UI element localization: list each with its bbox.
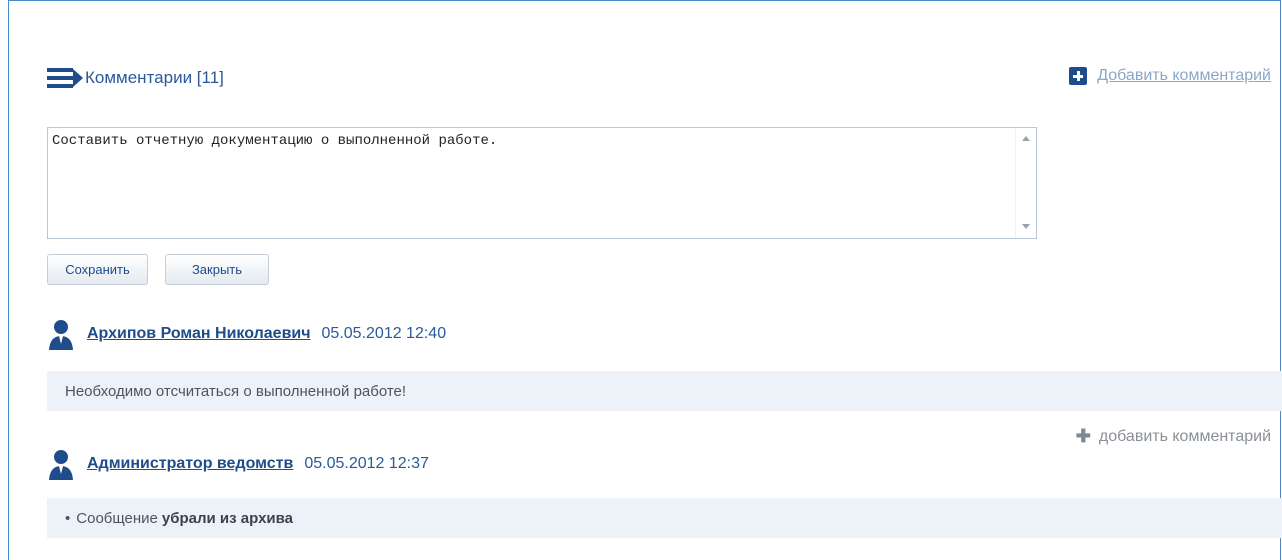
comments-title: Комментарии [11] [85,68,224,87]
add-square-icon [1069,67,1088,85]
comments-header: Комментарии [11] [47,65,224,91]
reply-comment-label[interactable]: добавить комментарий [1099,428,1271,446]
reply-comment-link[interactable]: ✚ добавить комментарий [1076,426,1271,447]
comment-text: Необходимо отсчитаться о выполненной раб… [47,371,1282,411]
plus-icon: ✚ [1075,426,1091,446]
comment-author[interactable]: Администратор ведомств [87,455,293,473]
comment-editor: Составить отчетную документацию о выполн… [47,127,1037,239]
save-button[interactable]: Сохранить [47,254,148,285]
bullet-icon: • [65,509,71,527]
comment-text-content: Необходимо отсчитаться о выполненной раб… [65,382,407,400]
close-button[interactable]: Закрыть [165,254,269,285]
add-comment-link[interactable]: Добавить комментарий [1069,67,1271,85]
add-comment-label[interactable]: Добавить комментарий [1097,67,1271,85]
user-avatar-icon [49,450,73,480]
comment-header: Архипов Роман Николаевич 05.05.2012 12:4… [47,318,446,350]
user-avatar-icon [49,320,73,350]
editor-scrollbar[interactable] [1015,128,1036,238]
comment-text-prefix: Сообщение [76,509,158,527]
scroll-down-arrow-icon[interactable] [1022,224,1030,229]
comment-date: 05.05.2012 12:37 [304,455,429,472]
comments-panel: Комментарии [11] Добавить комментарий Со… [8,0,1282,560]
comment-header: Администратор ведомств 05.05.2012 12:37 [47,448,429,480]
comment-text: • Сообщение убрали из архива [47,498,1282,538]
comment-text-strong: убрали из архива [161,509,294,527]
scroll-up-arrow-icon[interactable] [1022,136,1030,141]
comment-date: 05.05.2012 12:40 [321,325,447,342]
comment-author[interactable]: Архипов Роман Николаевич [87,325,311,343]
comments-list-icon [47,68,83,88]
comment-textarea[interactable]: Составить отчетную документацию о выполн… [48,128,1016,238]
